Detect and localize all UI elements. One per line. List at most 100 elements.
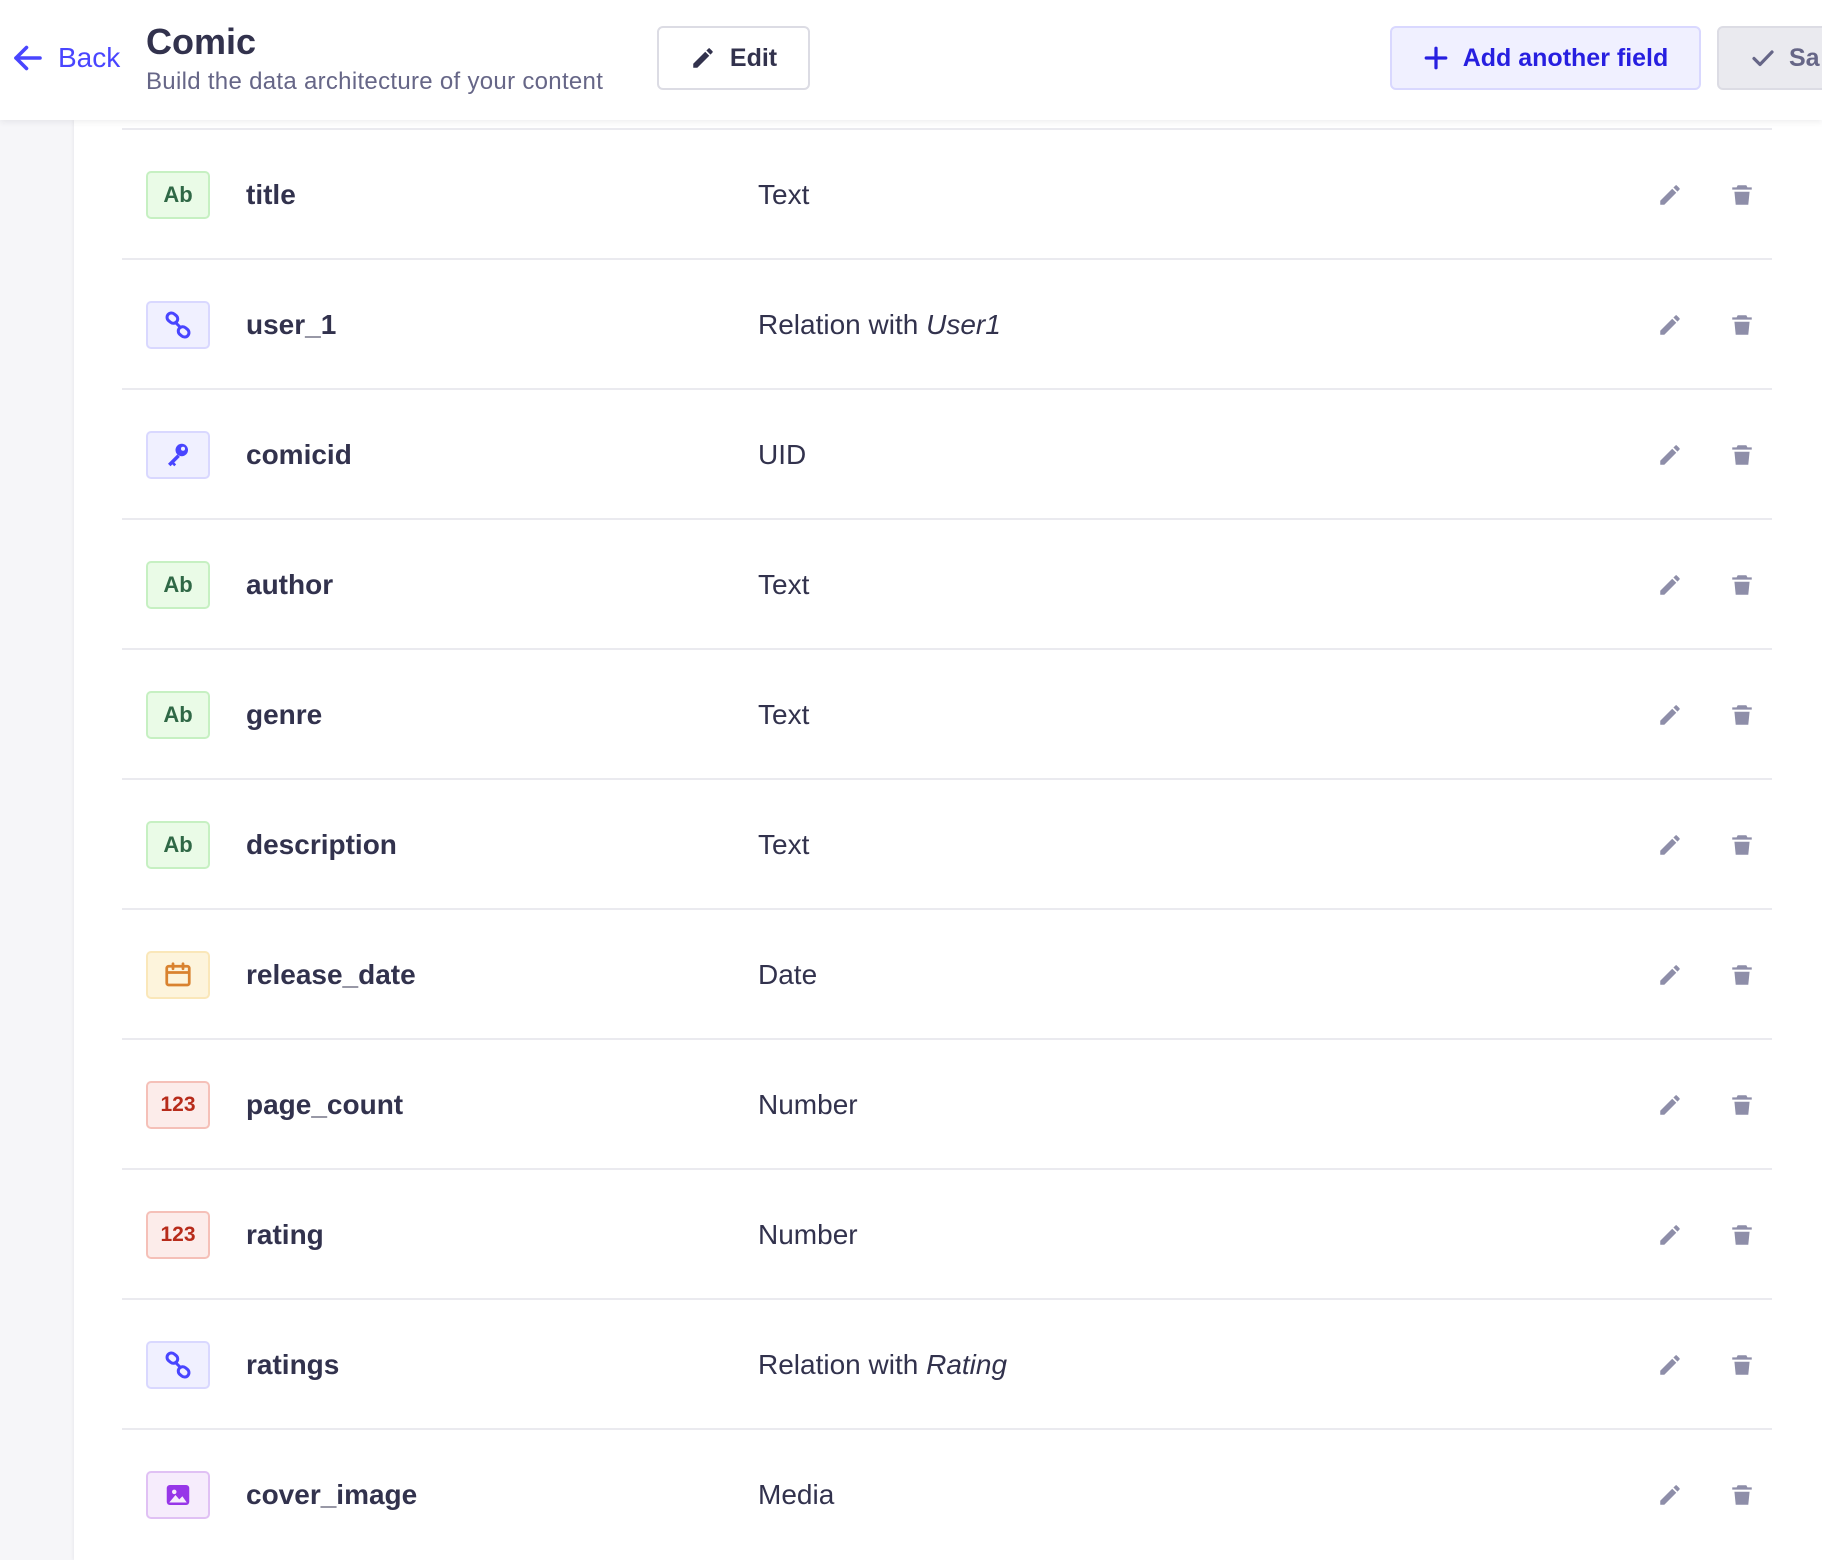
edit-field-button[interactable] <box>1652 437 1688 473</box>
trash-icon <box>1732 1485 1752 1505</box>
edit-button[interactable]: Edit <box>657 26 810 90</box>
relation-target: User1 <box>926 309 1001 340</box>
field-type-label: Media <box>758 1479 835 1510</box>
field-type-label: Text <box>758 699 810 730</box>
pencil-icon <box>1660 965 1680 985</box>
pencil-icon <box>1660 1095 1680 1115</box>
field-type: Number <box>758 1040 858 1170</box>
text-icon: Ab <box>146 821 210 869</box>
add-another-field-button[interactable]: Add another field <box>1390 26 1701 90</box>
field-name: cover_image <box>246 1479 418 1510</box>
pencil-icon <box>693 48 713 68</box>
icon-text: Ab <box>163 832 193 857</box>
delete-field-button[interactable] <box>1724 177 1760 213</box>
relation-icon <box>146 301 210 349</box>
field-type-label: Text <box>758 829 810 860</box>
field-row-author[interactable]: Ab author Text <box>122 518 1772 648</box>
delete-field-button[interactable] <box>1724 697 1760 733</box>
media-icon <box>146 1471 210 1519</box>
trash-icon <box>1732 1095 1752 1115</box>
field-type: Text <box>758 780 809 910</box>
field-row-page-count[interactable]: 123 page_count Number <box>122 1038 1772 1168</box>
field-type: Relation with User1 <box>758 260 1001 390</box>
field-row-description[interactable]: Ab description Text <box>122 778 1772 908</box>
text-icon: Ab <box>146 561 210 609</box>
trash-icon <box>1732 445 1752 465</box>
field-name: user_1 <box>246 309 337 340</box>
number-icon: 123 <box>146 1081 210 1129</box>
delete-field-button[interactable] <box>1724 957 1760 993</box>
pencil-icon <box>1660 445 1680 465</box>
delete-field-button[interactable] <box>1724 437 1760 473</box>
field-type: Text <box>758 520 809 650</box>
field-row-genre[interactable]: Ab genre Text <box>122 648 1772 778</box>
edit-field-button[interactable] <box>1652 957 1688 993</box>
field-name: page_count <box>246 1089 404 1120</box>
title-block: Comic Build the data architecture of you… <box>146 20 603 98</box>
edit-field-button[interactable] <box>1652 307 1688 343</box>
number-icon: 123 <box>146 1211 210 1259</box>
field-name: author <box>246 569 334 600</box>
edit-field-button[interactable] <box>1652 1087 1688 1123</box>
plus-icon <box>1424 46 1448 70</box>
edit-field-button[interactable] <box>1652 697 1688 733</box>
fields-card: Ab title Text user_1 Relation with User1 comi… <box>74 120 1822 1560</box>
save-label: Sa <box>1789 43 1820 72</box>
field-type: Number <box>758 1170 858 1300</box>
delete-field-button[interactable] <box>1724 567 1760 603</box>
delete-field-button[interactable] <box>1724 1477 1760 1513</box>
field-type-label: Text <box>758 179 810 210</box>
field-name: description <box>246 829 397 860</box>
field-name: ratings <box>246 1349 340 1380</box>
field-type: Relation with Rating <box>758 1300 1007 1430</box>
trash-icon <box>1732 965 1752 985</box>
edit-field-button[interactable] <box>1652 1477 1688 1513</box>
field-type-label: Text <box>758 569 810 600</box>
content-type-builder-page: Back Comic Build the data architecture o… <box>0 0 1822 1560</box>
field-name: release_date <box>246 959 416 990</box>
field-type: Text <box>758 130 809 260</box>
field-row-title[interactable]: Ab title Text <box>122 128 1772 258</box>
pencil-icon <box>1660 835 1680 855</box>
field-row-cover-image[interactable]: cover_image Media <box>122 1428 1772 1558</box>
field-list: Ab title Text user_1 Relation with User1 comi… <box>122 128 1772 1558</box>
relation-icon <box>146 1341 210 1389</box>
edit-field-button[interactable] <box>1652 1347 1688 1383</box>
delete-field-button[interactable] <box>1724 827 1760 863</box>
field-name: genre <box>246 699 323 730</box>
pencil-icon <box>1660 185 1680 205</box>
field-type-label: Number <box>758 1089 858 1120</box>
back-label: Back <box>58 42 121 73</box>
save-button[interactable]: Sa <box>1717 26 1822 90</box>
field-type-label: Number <box>758 1219 858 1250</box>
calendar-icon <box>146 951 210 999</box>
relation-target: Rating <box>926 1349 1008 1380</box>
trash-icon <box>1732 1355 1752 1375</box>
edit-field-button[interactable] <box>1652 177 1688 213</box>
edit-field-button[interactable] <box>1652 567 1688 603</box>
field-row-ratings[interactable]: ratings Relation with Rating <box>122 1298 1772 1428</box>
icon-text: Ab <box>163 572 193 597</box>
edit-field-button[interactable] <box>1652 827 1688 863</box>
page-header: Back Comic Build the data architecture o… <box>0 0 1822 120</box>
field-row-user-1[interactable]: user_1 Relation with User1 <box>122 258 1772 388</box>
field-type: Text <box>758 650 809 780</box>
delete-field-button[interactable] <box>1724 1217 1760 1253</box>
icon-text: Ab <box>163 702 193 727</box>
field-row-rating[interactable]: 123 rating Number <box>122 1168 1772 1298</box>
pencil-icon <box>1660 1225 1680 1245</box>
back-link[interactable]: Back <box>10 38 120 78</box>
field-row-release-date[interactable]: release_date Date <box>122 908 1772 1038</box>
page-subtitle: Build the data architecture of your cont… <box>146 68 604 95</box>
delete-field-button[interactable] <box>1724 1087 1760 1123</box>
delete-field-button[interactable] <box>1724 1347 1760 1383</box>
edit-label: Edit <box>729 43 778 72</box>
arrow-left-icon <box>14 45 42 71</box>
delete-field-button[interactable] <box>1724 307 1760 343</box>
field-row-comicid[interactable]: comicid UID <box>122 388 1772 518</box>
trash-icon <box>1732 1225 1752 1245</box>
pencil-icon <box>1660 575 1680 595</box>
edit-field-button[interactable] <box>1652 1217 1688 1253</box>
page-title: Comic <box>146 21 257 62</box>
uid-key-icon <box>146 431 210 479</box>
